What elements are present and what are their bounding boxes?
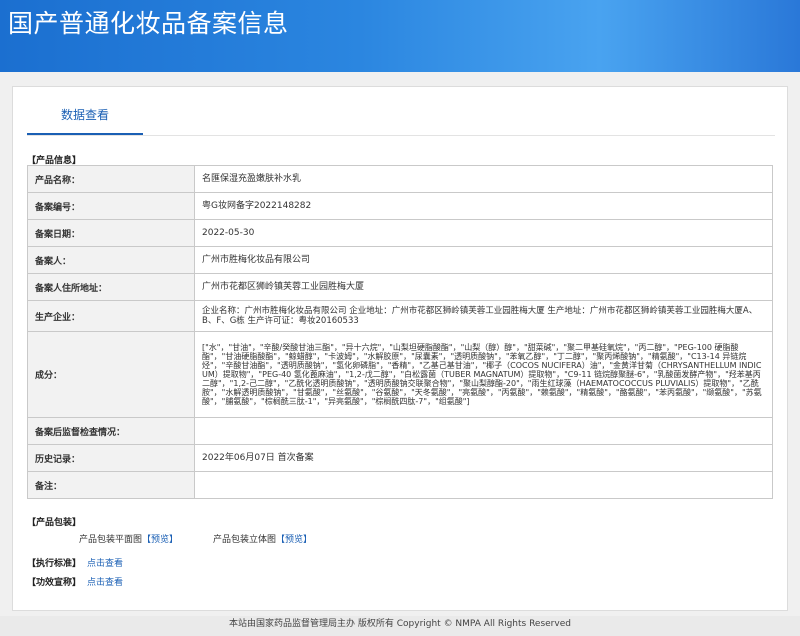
field-label: 成分： [27,331,195,418]
standard-row: 【执行标准】 点击查看 [27,556,123,569]
field-label: 备案后监督检查情况： [27,417,195,445]
field-value: 企业名称：广州市胜梅化妆品有限公司 企业地址：广州市花都区狮岭镇芙蓉工业园胜梅大… [194,300,773,332]
field-value: 广州市花都区狮岭镇芙蓉工业园胜梅大厦 [194,273,773,301]
table-row: 生产企业： 企业名称：广州市胜梅化妆品有限公司 企业地址：广州市花都区狮岭镇芙蓉… [27,300,773,332]
field-label: 备案人住所地址： [27,273,195,301]
package-flat-item: 产品包装平面图【预览】 [79,532,178,545]
field-label: 生产企业： [27,300,195,332]
page-title: 国产普通化妆品备案信息 [8,9,289,38]
efficacy-row: 【功效宣称】 点击查看 [27,575,123,588]
footer-copyright: 本站由国家药品监督管理局主办 版权所有 Copyright © NMPA All… [229,619,571,629]
table-row: 备注： [27,471,773,499]
page-footer: 本站由国家药品监督管理局主办 版权所有 Copyright © NMPA All… [0,616,800,636]
field-value: 2022年06月07日 首次备案 [194,444,773,472]
field-value: 2022-05-30 [194,219,773,247]
table-row: 备案编号： 粤G妆网备字2022148282 [27,192,773,220]
field-value [194,471,773,499]
package-section-title: 【产品包装】 [27,518,82,528]
table-row: 备案日期： 2022-05-30 [27,219,773,247]
ingredients-value: ["水"，"甘油"，"辛酸/癸酸甘油三酯"，"异十六烷"，"山梨坦硬脂酸酯"，"… [194,331,773,418]
field-value: 名匯保湿充盈嫩肤补水乳 [194,165,773,193]
efficacy-label: 【功效宣称】 [27,578,82,588]
field-value: 粤G妆网备字2022148282 [194,192,773,220]
field-label: 备案日期： [27,219,195,247]
package-flat-preview-link[interactable]: 【预览】 [142,535,178,545]
efficacy-view-link[interactable]: 点击查看 [87,578,123,588]
tab-data-view[interactable]: 数据查看 [27,105,143,135]
package-flat-label: 产品包装平面图 [79,535,143,545]
table-row: 备案人： 广州市胜梅化妆品有限公司 [27,246,773,274]
table-row: 成分： ["水"，"甘油"，"辛酸/癸酸甘油三酯"，"异十六烷"，"山梨坦硬脂酸… [27,331,773,418]
package-solid-label: 产品包装立体图 [213,535,277,545]
field-label: 备注： [27,471,195,499]
field-label: 备案编号： [27,192,195,220]
standard-view-link[interactable]: 点击查看 [87,559,123,569]
field-label: 历史记录： [27,444,195,472]
field-label: 备案人： [27,246,195,274]
field-value: 广州市胜梅化妆品有限公司 [194,246,773,274]
field-label: 产品名称： [27,165,195,193]
field-value [194,417,773,445]
product-info-table: 产品名称： 名匯保湿充盈嫩肤补水乳 备案编号： 粤G妆网备字2022148282… [27,165,773,499]
table-row: 历史记录： 2022年06月07日 首次备案 [27,444,773,472]
standard-label: 【执行标准】 [27,559,82,569]
table-row: 产品名称： 名匯保湿充盈嫩肤补水乳 [27,165,773,193]
table-row: 备案后监督检查情况： [27,417,773,445]
tab-divider [27,135,775,136]
table-row: 备案人住所地址： 广州市花都区狮岭镇芙蓉工业园胜梅大厦 [27,273,773,301]
page-header: 国产普通化妆品备案信息 [0,0,800,72]
package-solid-preview-link[interactable]: 【预览】 [276,535,312,545]
package-solid-item: 产品包装立体图【预览】 [213,532,312,545]
content-panel: 数据查看 【产品信息】 产品名称： 名匯保湿充盈嫩肤补水乳 备案编号： 粤G妆网… [12,86,788,611]
